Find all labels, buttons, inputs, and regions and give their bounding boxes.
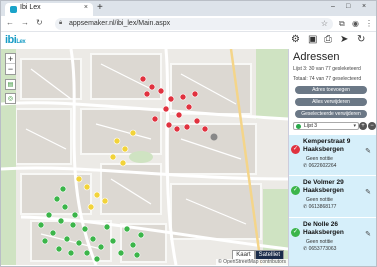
menu-icon[interactable]: ⋮ <box>365 19 373 28</box>
address-street: Kemperstraat 9 <box>303 138 351 145</box>
contacts-icon[interactable]: ▣ <box>308 34 317 45</box>
forward-button[interactable]: → <box>21 18 29 27</box>
divider <box>289 175 376 176</box>
url-text: appsemaker.nl/ibi_lex/Main.aspx <box>69 20 171 27</box>
maximize-button[interactable]: □ <box>346 3 350 10</box>
edit-icon[interactable]: ✎ <box>365 147 371 155</box>
list-item[interactable]: ✓ Kemperstraat 9 Haaksbergen Geen notiti… <box>289 137 376 177</box>
phone-number: 0653773063 <box>308 246 337 252</box>
map-view[interactable]: + − ▤ ◎ Kaart Satelliet © OpenStreetMap c… <box>1 49 288 265</box>
status-icon: ✓ <box>291 186 300 195</box>
remove-selected-button[interactable]: Geselecteerde verwijderen <box>295 110 367 118</box>
add-list-button[interactable]: + <box>359 122 367 130</box>
chevron-down-icon: ▾ <box>353 123 356 129</box>
address-phone: ✆ 0613868177 <box>303 204 337 210</box>
divider <box>289 217 376 218</box>
list-select-value: Lijst 3 <box>304 123 318 129</box>
address-city: Haaksbergen <box>303 229 344 236</box>
phone-number: 0622602264 <box>308 163 337 169</box>
check-icon <box>296 124 301 129</box>
favicon-icon <box>10 6 17 13</box>
minimize-button[interactable]: – <box>331 3 335 10</box>
print-icon[interactable]: ⎙ <box>324 34 332 45</box>
close-window-button[interactable]: × <box>362 3 366 10</box>
edit-icon[interactable]: ✎ <box>365 188 371 196</box>
browser-toolbar: ← → ↻ 🔒︎ appsemaker.nl/ibi_lex/Main.aspx… <box>1 16 376 32</box>
star-icon[interactable]: ☆ <box>321 19 328 28</box>
back-button[interactable]: ← <box>6 18 14 27</box>
status-icon: ✓ <box>291 228 300 237</box>
logo-sub: Lex <box>16 39 26 45</box>
locate-icon[interactable]: ◎ <box>5 93 16 104</box>
address-list: ✓ Kemperstraat 9 Haaksbergen Geen notiti… <box>289 135 376 266</box>
list-item[interactable]: ✓ De Volmer 29 Haaksbergen Geen notitie … <box>289 178 376 218</box>
lock-icon: 🔒︎ <box>59 20 63 26</box>
address-phone: ✆ 0622602264 <box>303 163 337 169</box>
zoom-out-button[interactable]: − <box>6 64 15 74</box>
edit-icon[interactable]: ✎ <box>365 230 371 238</box>
address-note: Geen notitie <box>306 197 333 203</box>
browser-window: Ibi Lex × + – □ × ← → ↻ 🔒︎ appsemaker.nl… <box>0 0 377 267</box>
address-panel: Adressen Lijst 3: 30 van 77 gesleketeerd… <box>288 49 376 266</box>
address-note: Geen notitie <box>306 239 333 245</box>
map-canvas <box>1 49 288 265</box>
address-street: De Nolle 26 <box>303 221 339 228</box>
list-item[interactable]: ✓ De Nolle 26 Haaksbergen Geen notitie ✆… <box>289 220 376 260</box>
map-attribution[interactable]: © OpenStreetMap contributors <box>216 259 288 265</box>
address-city: Haaksbergen <box>303 187 344 194</box>
remove-all-button[interactable]: Alles verwijderen <box>295 98 367 106</box>
address-line: De Nolle 26 Haaksbergen <box>303 221 363 237</box>
total-status: Totaal: 74 van 77 geselecteerd <box>293 76 362 82</box>
app-header: ibiLex ⚙ ▣ ⎙ ➤ ↻ <box>1 32 376 49</box>
grey-marker <box>210 133 218 141</box>
zoom-control: + − <box>5 53 16 75</box>
address-line: De Volmer 29 Haaksbergen <box>303 179 363 195</box>
layers-icon[interactable]: ▤ <box>5 79 16 90</box>
list-select[interactable]: Lijst 3 ▾ <box>293 122 359 130</box>
address-line: Kemperstraat 9 Haaksbergen <box>303 138 363 154</box>
list-status: Lijst 3: 30 van 77 gesleketeerd <box>293 66 361 72</box>
phone-number: 0613868177 <box>308 204 337 210</box>
tab-title: Ibi Lex <box>20 4 41 11</box>
panel-title: Adressen <box>293 51 340 63</box>
logo: ibiLex <box>5 34 26 46</box>
refresh-icon[interactable]: ↻ <box>357 34 365 45</box>
add-address-button[interactable]: Adres toevoegen <box>295 86 367 94</box>
tab-close-icon[interactable]: × <box>84 4 88 11</box>
status-icon: ✓ <box>291 145 300 154</box>
address-city: Haaksbergen <box>303 146 344 153</box>
address-street: De Volmer 29 <box>303 179 344 186</box>
reload-button[interactable]: ↻ <box>36 18 43 27</box>
zoom-in-button[interactable]: + <box>6 54 15 64</box>
browser-tab[interactable]: Ibi Lex × <box>5 3 93 16</box>
remove-list-button[interactable]: − <box>368 122 376 130</box>
profile-icon[interactable]: ◉ <box>352 19 359 28</box>
gear-icon[interactable]: ⚙ <box>291 34 300 45</box>
address-phone: ✆ 0653773063 <box>303 246 337 252</box>
address-note: Geen notitie <box>306 156 333 162</box>
send-icon[interactable]: ➤ <box>340 34 348 45</box>
tab-strip: Ibi Lex × + – □ × <box>1 1 376 16</box>
new-tab-button[interactable]: + <box>97 2 103 13</box>
logo-main: ibi <box>5 34 17 46</box>
address-bar[interactable]: 🔒︎ appsemaker.nl/ibi_lex/Main.aspx ☆ <box>55 18 333 30</box>
extensions-icon[interactable]: ⧉ <box>339 19 345 29</box>
